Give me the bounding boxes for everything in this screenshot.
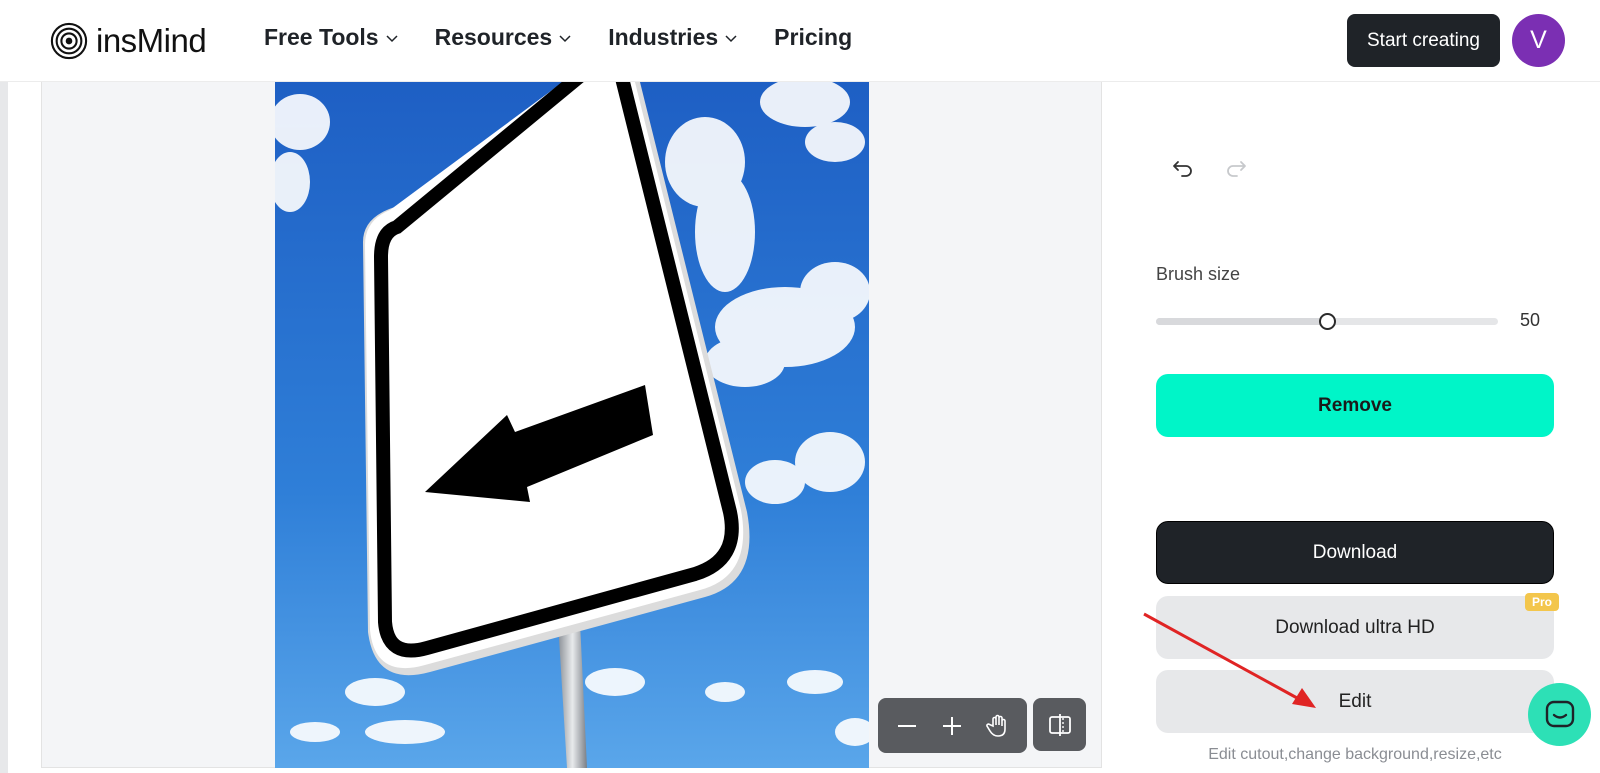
chevron-down-icon bbox=[559, 34, 571, 42]
red-arrow-annotation bbox=[1143, 612, 1316, 708]
nav-industries[interactable]: Industries bbox=[608, 24, 738, 51]
start-creating-button[interactable]: Start creating bbox=[1347, 14, 1500, 67]
download-button[interactable]: Download bbox=[1156, 521, 1554, 584]
edited-image[interactable] bbox=[275, 82, 869, 768]
nav-resources-label: Resources bbox=[434, 24, 553, 50]
undo-icon[interactable] bbox=[1170, 155, 1196, 181]
nav-pricing-label: Pricing bbox=[774, 24, 853, 50]
compare-icon bbox=[1048, 713, 1071, 736]
pro-badge: Pro bbox=[1525, 593, 1559, 611]
nav-free-tools[interactable]: Free Tools bbox=[264, 24, 399, 51]
chat-support-button[interactable] bbox=[1528, 683, 1591, 746]
nav-pricing[interactable]: Pricing bbox=[774, 24, 852, 51]
plus-icon bbox=[943, 716, 962, 735]
chat-icon bbox=[1545, 700, 1574, 727]
left-edge-strip bbox=[0, 82, 8, 773]
edit-hint-text: Edit cutout,change background,resize,etc bbox=[1208, 746, 1502, 763]
main-nav: Free Tools Resources Industries Pricing bbox=[264, 24, 888, 51]
road-sign-photo bbox=[275, 82, 869, 768]
chevron-down-icon bbox=[386, 34, 398, 42]
nav-industries-label: Industries bbox=[608, 24, 719, 50]
nav-resources[interactable]: Resources bbox=[435, 24, 573, 51]
zoom-out-button[interactable] bbox=[887, 706, 927, 746]
avatar[interactable]: V bbox=[1512, 14, 1565, 67]
nav-free-tools-label: Free Tools bbox=[264, 24, 379, 50]
brush-size-label: Brush size bbox=[1156, 264, 1241, 284]
brush-size-value: 50 bbox=[1520, 310, 1541, 330]
compare-button[interactable] bbox=[1033, 698, 1086, 751]
minus-icon bbox=[897, 724, 916, 727]
slider-thumb[interactable] bbox=[1319, 313, 1336, 330]
redo-icon[interactable] bbox=[1223, 155, 1249, 181]
chevron-down-icon bbox=[725, 34, 737, 42]
top-header: insMind Free Tools Resources Industries … bbox=[0, 0, 1600, 82]
brand-name: insMind bbox=[96, 22, 207, 59]
slider-fill bbox=[1156, 318, 1327, 325]
zoom-controls bbox=[878, 698, 1027, 753]
brand-logo[interactable]: insMind bbox=[50, 21, 207, 61]
zoom-in-button[interactable] bbox=[932, 706, 972, 746]
remove-button[interactable]: Remove bbox=[1156, 374, 1554, 437]
brush-size-slider[interactable] bbox=[1156, 313, 1498, 330]
hand-icon bbox=[986, 714, 1006, 737]
logo-icon bbox=[50, 22, 88, 60]
pan-button[interactable] bbox=[978, 706, 1018, 746]
